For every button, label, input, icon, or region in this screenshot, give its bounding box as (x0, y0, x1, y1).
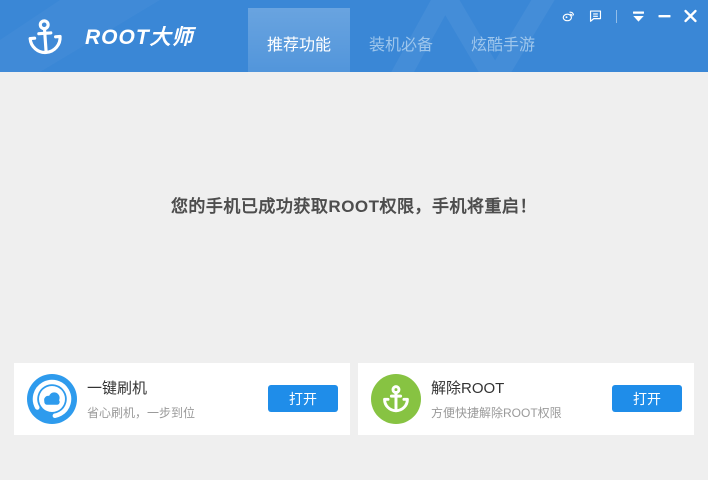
card-subtitle: 方便快捷解除ROOT权限 (431, 406, 562, 420)
card-one-click-flash: 一键刷机 省心刷机，一步到位 打开 (14, 363, 350, 435)
root-master-window: ROOT大师 推荐功能 装机必备 炫酷手游 您的手机已成功获取ROOT权限，手机… (0, 0, 708, 480)
unroot-anchor-icon (371, 374, 421, 424)
header-titlebar: ROOT大师 推荐功能 装机必备 炫酷手游 (0, 0, 708, 72)
close-icon[interactable] (683, 9, 698, 23)
feedback-chat-icon[interactable] (588, 9, 603, 23)
anchor-logo-icon (28, 19, 62, 55)
tab-cool-games[interactable]: 炫酷手游 (452, 8, 554, 72)
tab-label: 炫酷手游 (470, 37, 535, 54)
feature-cards: 一键刷机 省心刷机，一步到位 打开 解除ROOT 方便快捷解除ROOT权限 打开 (14, 363, 694, 435)
weibo-icon[interactable] (561, 9, 576, 23)
card-subtitle: 省心刷机，一步到位 (87, 406, 196, 420)
tab-essential-apps[interactable]: 装机必备 (350, 8, 452, 72)
app-title: ROOT大师 (85, 26, 194, 49)
card-text: 解除ROOT 方便快捷解除ROOT权限 (431, 377, 562, 421)
cloud-flash-icon (27, 374, 77, 424)
card-title: 解除ROOT (431, 380, 505, 397)
tab-label: 推荐功能 (266, 37, 331, 54)
collapse-menu-icon[interactable] (631, 9, 646, 23)
card-text: 一键刷机 省心刷机，一步到位 (87, 377, 195, 421)
open-flash-button[interactable]: 打开 (268, 385, 338, 412)
tab-bar: 推荐功能 装机必备 炫酷手游 (248, 8, 554, 72)
controls-divider (616, 9, 617, 23)
window-controls (550, 9, 698, 23)
minimize-icon[interactable] (657, 9, 672, 23)
app-brand: ROOT大师 (27, 15, 194, 57)
card-title: 一键刷机 (87, 380, 148, 397)
card-unroot: 解除ROOT 方便快捷解除ROOT权限 打开 (358, 363, 694, 435)
tab-label: 装机必备 (368, 37, 433, 54)
tab-recommended-features[interactable]: 推荐功能 (248, 8, 350, 72)
root-success-message: 您的手机已成功获取ROOT权限，手机将重启！ (170, 197, 538, 216)
open-unroot-button[interactable]: 打开 (612, 385, 682, 412)
